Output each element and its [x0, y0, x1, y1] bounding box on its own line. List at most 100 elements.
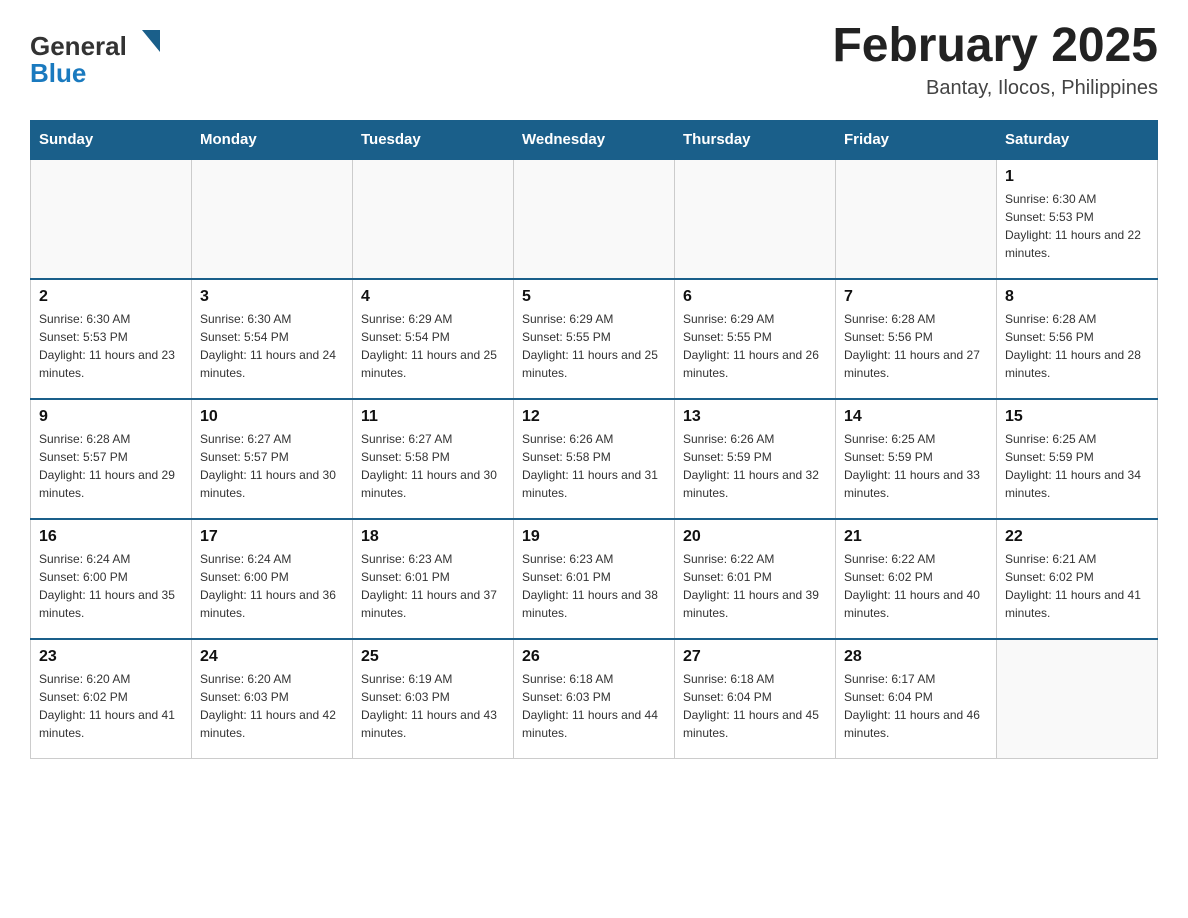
cell-day-number: 17	[200, 528, 344, 546]
logo: General Blue	[30, 20, 190, 95]
cell-sun-info: Sunrise: 6:30 AMSunset: 5:54 PMDaylight:…	[200, 310, 344, 382]
cell-day-number: 9	[39, 408, 183, 426]
cell-day-number: 2	[39, 288, 183, 306]
cell-sun-info: Sunrise: 6:23 AMSunset: 6:01 PMDaylight:…	[522, 550, 666, 622]
cell-day-number: 5	[522, 288, 666, 306]
calendar-week-row: 23Sunrise: 6:20 AMSunset: 6:02 PMDayligh…	[31, 639, 1158, 759]
title-section: February 2025 Bantay, Ilocos, Philippine…	[832, 20, 1158, 100]
calendar-cell	[997, 639, 1158, 759]
cell-sun-info: Sunrise: 6:20 AMSunset: 6:02 PMDaylight:…	[39, 670, 183, 742]
cell-day-number: 28	[844, 648, 988, 666]
cell-sun-info: Sunrise: 6:17 AMSunset: 6:04 PMDaylight:…	[844, 670, 988, 742]
cell-sun-info: Sunrise: 6:29 AMSunset: 5:54 PMDaylight:…	[361, 310, 505, 382]
calendar-week-row: 9 Sunrise: 6:28 AMSunset: 5:57 PMDaylight…	[31, 399, 1158, 519]
cell-day-number: 26	[522, 648, 666, 666]
weekday-header-thursday: Thursday	[675, 120, 836, 159]
weekday-header-row: SundayMondayTuesdayWednesdayThursdayFrid…	[31, 120, 1158, 159]
cell-sun-info: Sunrise: 6:25 AMSunset: 5:59 PMDaylight:…	[844, 430, 988, 502]
cell-sun-info: Sunrise: 6:18 AMSunset: 6:04 PMDaylight:…	[683, 670, 827, 742]
cell-sun-info: Sunrise: 6:24 AMSunset: 6:00 PMDaylight:…	[200, 550, 344, 622]
calendar-week-row: 16 Sunrise: 6:24 AMSunset: 6:00 PMDayligh…	[31, 519, 1158, 639]
calendar-cell: 10 Sunrise: 6:27 AMSunset: 5:57 PMDayligh…	[192, 399, 353, 519]
cell-sun-info: Sunrise: 6:20 AMSunset: 6:03 PMDaylight:…	[200, 670, 344, 742]
calendar-cell: 28 Sunrise: 6:17 AMSunset: 6:04 PMDayligh…	[836, 639, 997, 759]
cell-day-number: 25	[361, 648, 505, 666]
cell-day-number: 3	[200, 288, 344, 306]
calendar-week-row: 1Sunrise: 6:30 AMSunset: 5:53 PMDaylight…	[31, 159, 1158, 279]
cell-day-number: 8	[1005, 288, 1149, 306]
cell-day-number: 6	[683, 288, 827, 306]
cell-sun-info: Sunrise: 6:26 AMSunset: 5:58 PMDaylight:…	[522, 430, 666, 502]
calendar-cell: 25 Sunrise: 6:19 AMSunset: 6:03 PMDayligh…	[353, 639, 514, 759]
cell-sun-info: Sunrise: 6:29 AMSunset: 5:55 PMDaylight:…	[683, 310, 827, 382]
calendar-week-row: 2 Sunrise: 6:30 AMSunset: 5:53 PMDaylight…	[31, 279, 1158, 399]
cell-day-number: 10	[200, 408, 344, 426]
calendar-cell: 24 Sunrise: 6:20 AMSunset: 6:03 PMDayligh…	[192, 639, 353, 759]
calendar-cell: 20Sunrise: 6:22 AMSunset: 6:01 PMDayligh…	[675, 519, 836, 639]
cell-sun-info: Sunrise: 6:21 AMSunset: 6:02 PMDaylight:…	[1005, 550, 1149, 622]
cell-sun-info: Sunrise: 6:27 AMSunset: 5:57 PMDaylight:…	[200, 430, 344, 502]
calendar-cell: 21 Sunrise: 6:22 AMSunset: 6:02 PMDayligh…	[836, 519, 997, 639]
calendar-cell: 13Sunrise: 6:26 AMSunset: 5:59 PMDayligh…	[675, 399, 836, 519]
month-title: February 2025	[832, 20, 1158, 73]
calendar-cell: 26 Sunrise: 6:18 AMSunset: 6:03 PMDayligh…	[514, 639, 675, 759]
calendar-cell: 15 Sunrise: 6:25 AMSunset: 5:59 PMDayligh…	[997, 399, 1158, 519]
cell-sun-info: Sunrise: 6:28 AMSunset: 5:56 PMDaylight:…	[844, 310, 988, 382]
cell-sun-info: Sunrise: 6:30 AMSunset: 5:53 PMDaylight:…	[1005, 190, 1149, 262]
calendar-cell: 27 Sunrise: 6:18 AMSunset: 6:04 PMDayligh…	[675, 639, 836, 759]
calendar-cell: 3 Sunrise: 6:30 AMSunset: 5:54 PMDaylight…	[192, 279, 353, 399]
svg-text:Blue: Blue	[30, 58, 86, 88]
calendar-cell: 22 Sunrise: 6:21 AMSunset: 6:02 PMDayligh…	[997, 519, 1158, 639]
cell-day-number: 20	[683, 528, 827, 546]
cell-sun-info: Sunrise: 6:29 AMSunset: 5:55 PMDaylight:…	[522, 310, 666, 382]
calendar-cell: 12 Sunrise: 6:26 AMSunset: 5:58 PMDayligh…	[514, 399, 675, 519]
calendar-cell: 16 Sunrise: 6:24 AMSunset: 6:00 PMDayligh…	[31, 519, 192, 639]
cell-sun-info: Sunrise: 6:22 AMSunset: 6:02 PMDaylight:…	[844, 550, 988, 622]
cell-day-number: 22	[1005, 528, 1149, 546]
page-header: General Blue February 2025 Bantay, Iloco…	[30, 20, 1158, 100]
weekday-header-saturday: Saturday	[997, 120, 1158, 159]
calendar-cell	[514, 159, 675, 279]
cell-day-number: 21	[844, 528, 988, 546]
cell-day-number: 14	[844, 408, 988, 426]
cell-day-number: 24	[200, 648, 344, 666]
calendar-cell: 6 Sunrise: 6:29 AMSunset: 5:55 PMDaylight…	[675, 279, 836, 399]
calendar-cell: 1Sunrise: 6:30 AMSunset: 5:53 PMDaylight…	[997, 159, 1158, 279]
cell-day-number: 27	[683, 648, 827, 666]
calendar-cell	[675, 159, 836, 279]
cell-day-number: 13	[683, 408, 827, 426]
cell-day-number: 12	[522, 408, 666, 426]
calendar-cell: 2 Sunrise: 6:30 AMSunset: 5:53 PMDaylight…	[31, 279, 192, 399]
calendar-cell	[192, 159, 353, 279]
calendar-cell: 19 Sunrise: 6:23 AMSunset: 6:01 PMDayligh…	[514, 519, 675, 639]
calendar-cell: 8Sunrise: 6:28 AMSunset: 5:56 PMDaylight…	[997, 279, 1158, 399]
calendar-cell: 23Sunrise: 6:20 AMSunset: 6:02 PMDayligh…	[31, 639, 192, 759]
cell-sun-info: Sunrise: 6:30 AMSunset: 5:53 PMDaylight:…	[39, 310, 183, 382]
cell-day-number: 19	[522, 528, 666, 546]
cell-sun-info: Sunrise: 6:19 AMSunset: 6:03 PMDaylight:…	[361, 670, 505, 742]
cell-sun-info: Sunrise: 6:25 AMSunset: 5:59 PMDaylight:…	[1005, 430, 1149, 502]
calendar-cell	[31, 159, 192, 279]
calendar-cell	[836, 159, 997, 279]
cell-day-number: 11	[361, 408, 505, 426]
calendar-cell: 5 Sunrise: 6:29 AMSunset: 5:55 PMDaylight…	[514, 279, 675, 399]
cell-day-number: 4	[361, 288, 505, 306]
calendar-cell: 11 Sunrise: 6:27 AMSunset: 5:58 PMDayligh…	[353, 399, 514, 519]
cell-sun-info: Sunrise: 6:18 AMSunset: 6:03 PMDaylight:…	[522, 670, 666, 742]
cell-day-number: 18	[361, 528, 505, 546]
calendar-table: SundayMondayTuesdayWednesdayThursdayFrid…	[30, 120, 1158, 760]
calendar-cell: 7Sunrise: 6:28 AMSunset: 5:56 PMDaylight…	[836, 279, 997, 399]
calendar-cell	[353, 159, 514, 279]
calendar-cell: 9 Sunrise: 6:28 AMSunset: 5:57 PMDaylight…	[31, 399, 192, 519]
cell-sun-info: Sunrise: 6:28 AMSunset: 5:57 PMDaylight:…	[39, 430, 183, 502]
location: Bantay, Ilocos, Philippines	[832, 77, 1158, 100]
cell-day-number: 15	[1005, 408, 1149, 426]
weekday-header-tuesday: Tuesday	[353, 120, 514, 159]
cell-sun-info: Sunrise: 6:27 AMSunset: 5:58 PMDaylight:…	[361, 430, 505, 502]
weekday-header-sunday: Sunday	[31, 120, 192, 159]
calendar-cell: 4 Sunrise: 6:29 AMSunset: 5:54 PMDaylight…	[353, 279, 514, 399]
cell-day-number: 16	[39, 528, 183, 546]
weekday-header-friday: Friday	[836, 120, 997, 159]
calendar-cell: 17 Sunrise: 6:24 AMSunset: 6:00 PMDayligh…	[192, 519, 353, 639]
cell-sun-info: Sunrise: 6:24 AMSunset: 6:00 PMDaylight:…	[39, 550, 183, 622]
